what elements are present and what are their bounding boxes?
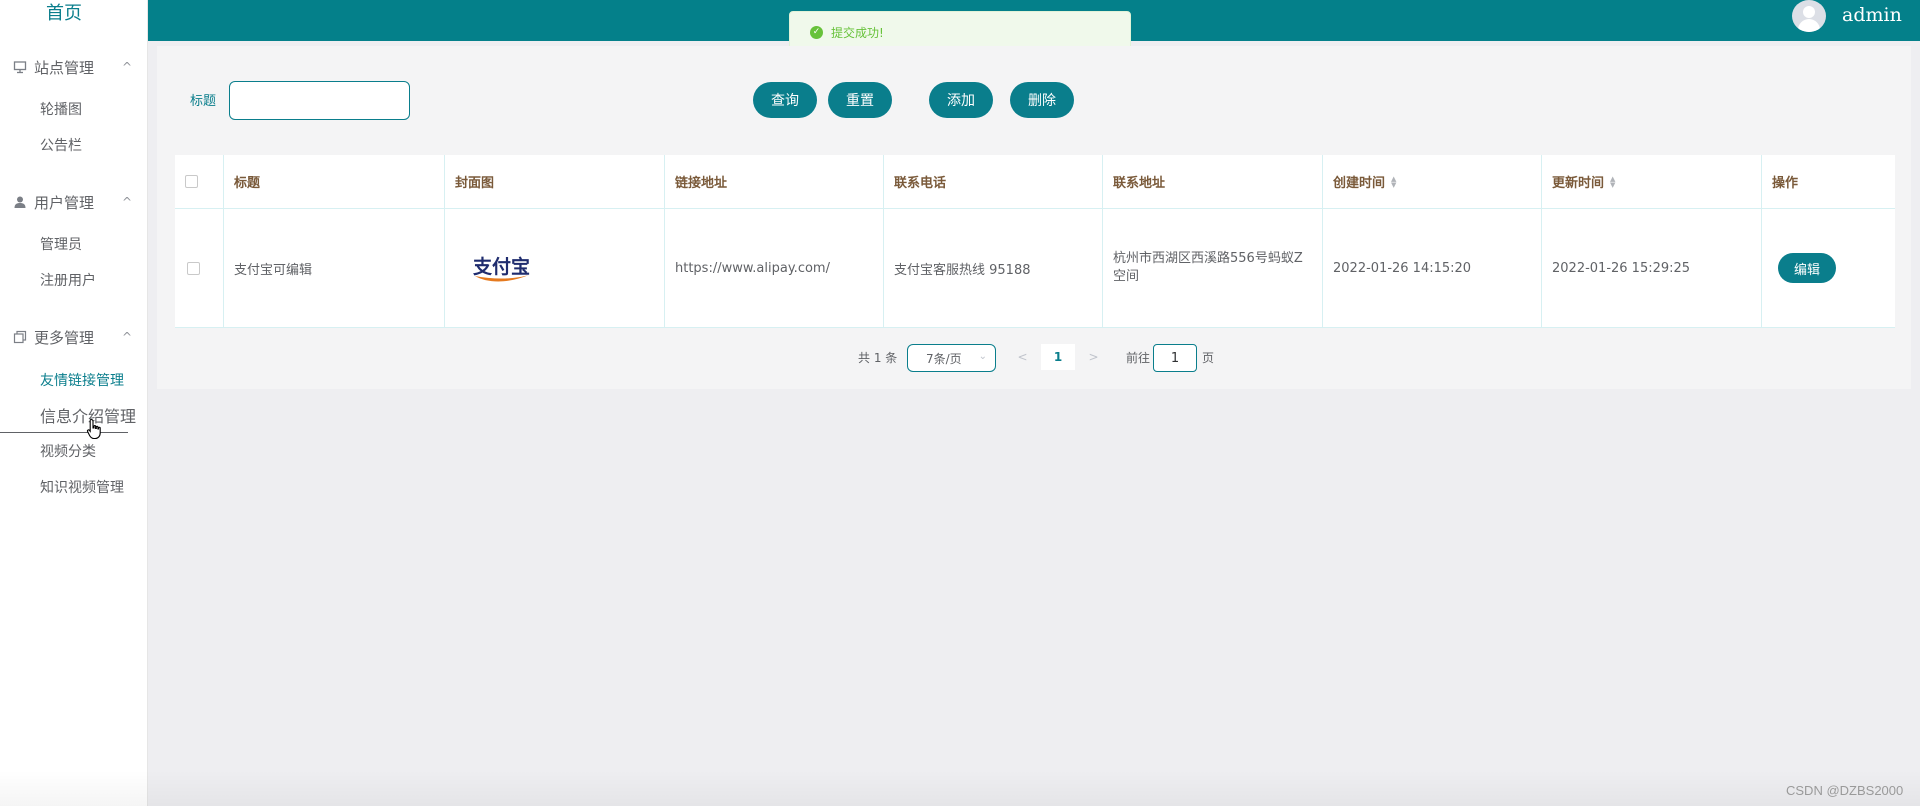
column-header-actions: 操作: [1762, 155, 1895, 209]
column-header-label: 更新时间: [1552, 176, 1605, 191]
select-all-cell: [175, 155, 224, 209]
prev-page-button[interactable]: <: [1010, 344, 1035, 370]
menu-item-carousel[interactable]: 轮播图: [40, 99, 82, 121]
page-size-select[interactable]: 7条/页 ⌄: [907, 344, 996, 372]
csdn-watermark: CSDN @DZBS2000: [1786, 783, 1904, 798]
alipay-logo-image: 支付宝: [472, 255, 530, 282]
cell-link: https://www.alipay.com/: [665, 209, 884, 328]
user-icon: [12, 194, 28, 210]
menu-item-video-category[interactable]: 视频分类: [40, 441, 96, 463]
next-page-button[interactable]: >: [1081, 344, 1106, 370]
menu-group-users[interactable]: 用户管理 ^: [12, 188, 136, 216]
add-button[interactable]: 添加: [929, 82, 993, 118]
copy-icon: [12, 329, 28, 345]
bottom-shade: [0, 770, 1920, 806]
search-label: 标题: [190, 94, 217, 109]
cell-cover: 支付宝: [445, 209, 665, 328]
edit-button[interactable]: 编辑: [1778, 253, 1836, 283]
cell-created: 2022-01-26 14:15:20: [1323, 209, 1542, 328]
cell-phone: 支付宝客服热线 95188: [884, 209, 1103, 328]
reset-button[interactable]: 重置: [828, 82, 892, 118]
avatar[interactable]: [1792, 0, 1826, 32]
cell-actions: 编辑: [1762, 209, 1895, 328]
column-header-cover: 封面图: [445, 155, 665, 209]
username[interactable]: admin: [1842, 4, 1902, 26]
data-table: 标题 封面图 链接地址 联系电话 联系地址 创建时间 ▲ ▼ 更新时间 ▲ ▼ 操作…: [175, 155, 1895, 328]
alipay-logo: 支付宝: [471, 251, 533, 285]
sidebar: 首页 站点管理 ^ 轮播图 公告栏 用户管理 ^ 管理员 注册用户 更多管理 ^…: [0, 0, 148, 806]
svg-text:支付宝: 支付宝: [472, 255, 530, 278]
column-header-link: 链接地址: [665, 155, 884, 209]
goto-label: 前往: [1126, 351, 1151, 365]
menu-group-more[interactable]: 更多管理 ^: [12, 323, 136, 351]
menu-item-notice-board[interactable]: 公告栏: [40, 135, 82, 157]
column-header-title: 标题: [224, 155, 445, 209]
query-button[interactable]: 查询: [753, 82, 817, 118]
page-size-value: 7条/页: [926, 351, 962, 366]
menu-item-admins[interactable]: 管理员: [40, 234, 82, 256]
menu-item-registered-users[interactable]: 注册用户: [40, 270, 96, 292]
delete-button[interactable]: 删除: [1010, 82, 1074, 118]
menu-item-friend-links[interactable]: 友情链接管理: [40, 370, 124, 392]
column-header-updated[interactable]: 更新时间 ▲ ▼: [1542, 155, 1762, 209]
toast-message: 提交成功!: [831, 25, 884, 40]
menu-item-knowledge-videos[interactable]: 知识视频管理: [40, 477, 124, 499]
column-header-created[interactable]: 创建时间 ▲ ▼: [1323, 155, 1542, 209]
menu-group-label: 站点管理: [34, 58, 95, 77]
goto-page-input[interactable]: 1: [1153, 344, 1197, 372]
chevron-up-icon: ^: [121, 330, 132, 344]
check-circle-icon: ✓: [810, 25, 823, 39]
page-number-1[interactable]: 1: [1041, 344, 1075, 370]
chevron-up-icon: ^: [121, 60, 132, 74]
pagination-total: 共 1 条: [858, 351, 898, 365]
hover-underline: [0, 432, 128, 433]
monitor-icon: [12, 59, 28, 75]
column-header-label: 创建时间: [1333, 176, 1386, 191]
column-header-phone: 联系电话: [884, 155, 1103, 209]
chevron-down-icon: ⌄: [978, 351, 987, 362]
title-search-input[interactable]: [229, 81, 410, 120]
cell-title: 支付宝可编辑: [224, 209, 445, 328]
column-header-address: 联系地址: [1103, 155, 1323, 209]
select-all-checkbox[interactable]: [185, 175, 198, 188]
menu-group-label: 更多管理: [34, 328, 95, 347]
hand-cursor-icon: [86, 418, 104, 444]
cell-address: 杭州市西湖区西溪路556号蚂蚁Z空间: [1103, 209, 1323, 328]
chevron-up-icon: ^: [121, 195, 132, 209]
home-link[interactable]: 首页: [0, 0, 128, 28]
menu-group-site[interactable]: 站点管理 ^: [12, 53, 136, 81]
sort-icon[interactable]: ▲ ▼: [1391, 175, 1396, 188]
goto-suffix: 页: [1202, 351, 1215, 365]
row-checkbox[interactable]: [187, 261, 200, 275]
sort-icon[interactable]: ▲ ▼: [1610, 175, 1615, 188]
cell-updated: 2022-01-26 15:29:25: [1542, 209, 1762, 328]
menu-group-label: 用户管理: [34, 193, 95, 212]
row-select-cell: [175, 209, 224, 328]
